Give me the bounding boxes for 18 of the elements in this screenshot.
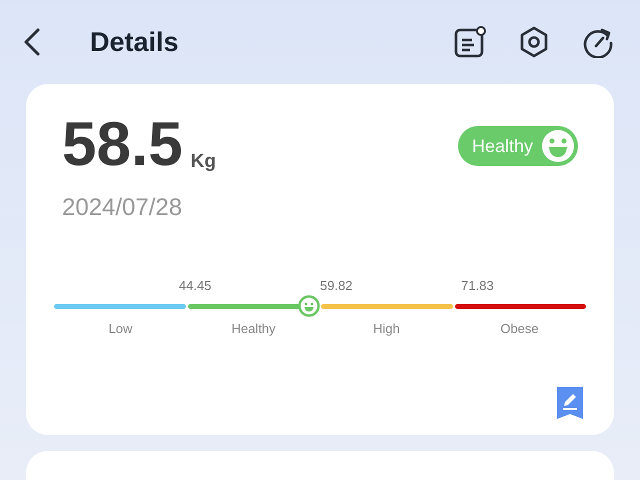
range-label: Healthy (231, 320, 276, 338)
note-icon[interactable] (454, 26, 486, 58)
page-title: Details (90, 26, 179, 59)
range-label: Low (108, 320, 132, 338)
threshold-value: 59.82 (320, 277, 353, 294)
weight-value: 58.5 (62, 114, 183, 176)
weight-unit: Kg (190, 150, 216, 174)
measurement-date: 2024/07/28 (62, 193, 184, 223)
range-label: High (373, 320, 400, 338)
threshold-value: 71.83 (461, 277, 494, 294)
settings-icon[interactable] (518, 26, 550, 58)
status-badge: Healthy (458, 126, 578, 166)
threshold-value: 44.45 (178, 277, 212, 294)
back-icon[interactable] (22, 28, 42, 56)
refresh-icon[interactable] (582, 26, 614, 58)
range-label: Obese (500, 320, 539, 338)
edit-icon[interactable] (557, 387, 583, 419)
smiley-icon (541, 129, 575, 163)
